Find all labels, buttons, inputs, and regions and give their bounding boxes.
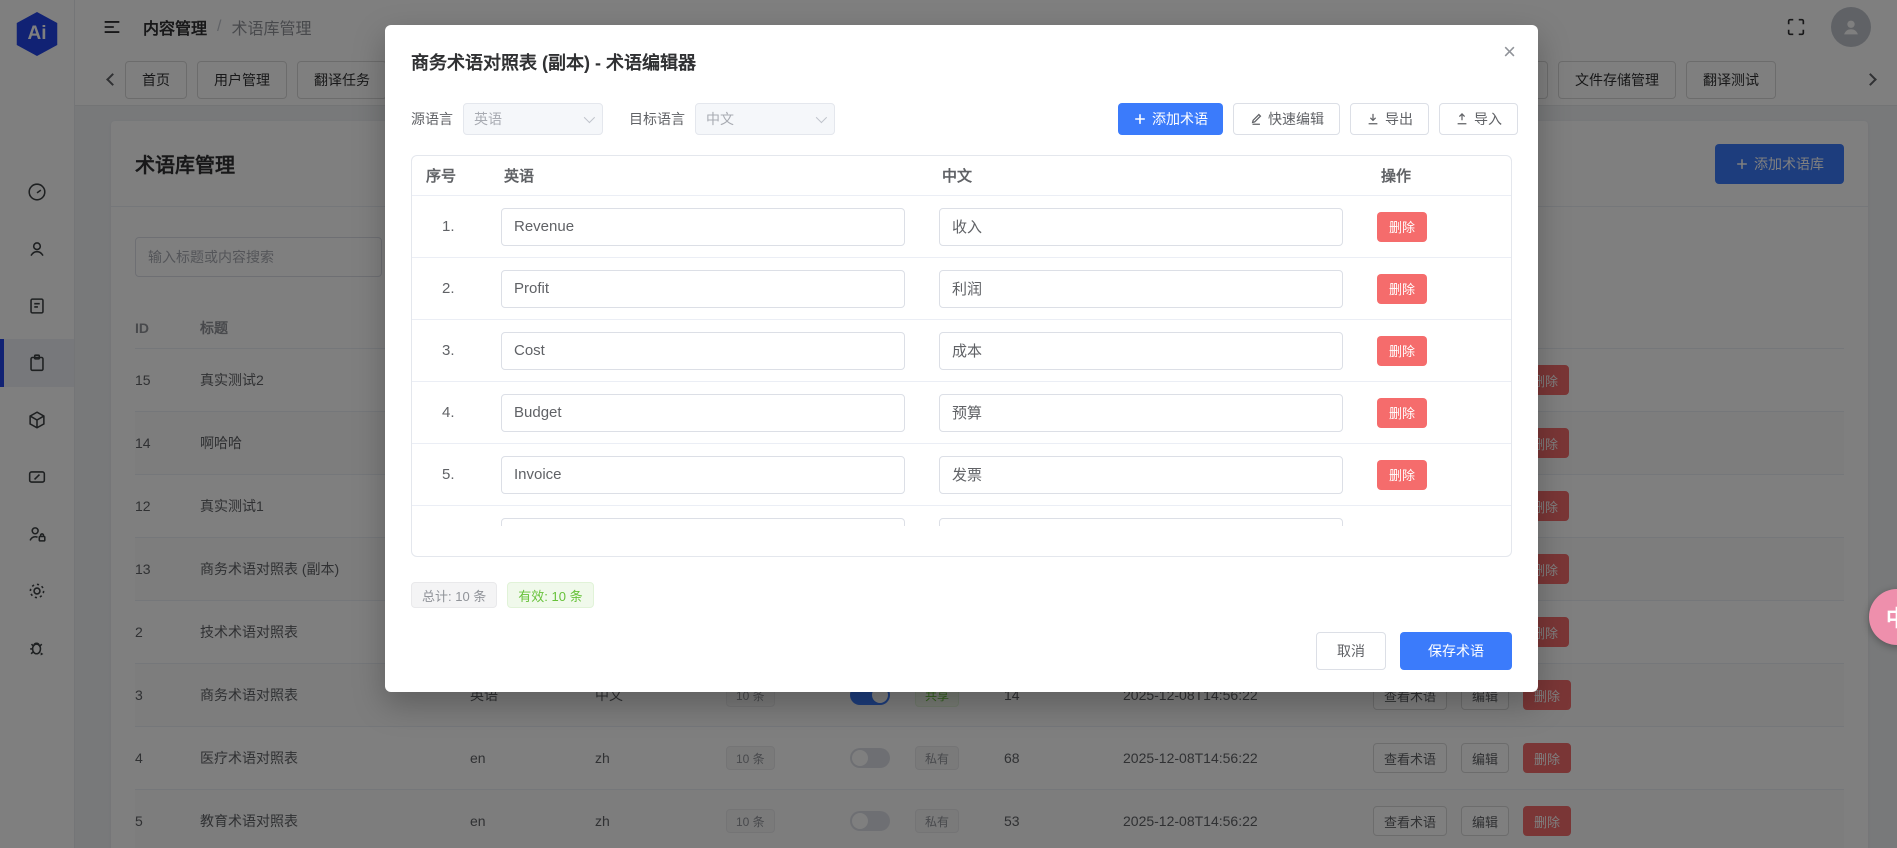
- term-editor-modal: 商务术语对照表 (副本) - 术语编辑器 × 源语言 英语 目标语言 中文 添加…: [385, 25, 1538, 692]
- term-en-input[interactable]: [501, 394, 905, 432]
- delete-term-button[interactable]: 删除: [1377, 336, 1427, 366]
- term-table-header: 序号 英语 中文 操作: [412, 156, 1511, 196]
- term-zh-input[interactable]: [939, 270, 1343, 308]
- term-en-input[interactable]: [501, 456, 905, 494]
- target-language-select[interactable]: 中文: [695, 103, 835, 135]
- export-button[interactable]: 导出: [1350, 103, 1429, 135]
- term-zh-input[interactable]: [939, 332, 1343, 370]
- term-en-input[interactable]: [501, 270, 905, 308]
- delete-term-button[interactable]: 删除: [1377, 212, 1427, 242]
- cancel-button[interactable]: 取消: [1316, 632, 1386, 670]
- valid-count-badge: 有效: 10 条: [507, 582, 593, 608]
- delete-term-button[interactable]: 删除: [1377, 398, 1427, 428]
- chevron-down-icon: [584, 112, 595, 123]
- term-row-partial: [412, 506, 1511, 526]
- term-zh-input[interactable]: [939, 518, 1343, 527]
- source-language-select[interactable]: 英语: [463, 103, 603, 135]
- upload-icon: [1455, 112, 1469, 126]
- download-icon: [1366, 112, 1380, 126]
- target-language-label: 目标语言: [629, 109, 685, 129]
- term-row: 5. 删除: [412, 444, 1511, 506]
- term-stats: 总计: 10 条 有效: 10 条: [411, 582, 594, 608]
- delete-term-button[interactable]: 删除: [1377, 460, 1427, 490]
- term-table: 序号 英语 中文 操作 1. 删除 2. 删除: [411, 155, 1512, 557]
- save-terms-button[interactable]: 保存术语: [1400, 632, 1512, 670]
- term-row: 1. 删除: [412, 196, 1511, 258]
- add-term-button[interactable]: 添加术语: [1118, 103, 1223, 135]
- import-button[interactable]: 导入: [1439, 103, 1518, 135]
- total-count-badge: 总计: 10 条: [411, 582, 497, 608]
- term-en-input[interactable]: [501, 208, 905, 246]
- modal-title: 商务术语对照表 (副本) - 术语编辑器: [411, 49, 696, 75]
- delete-term-button[interactable]: 删除: [1377, 274, 1427, 304]
- source-language-label: 源语言: [411, 109, 453, 129]
- term-en-input[interactable]: [501, 518, 905, 527]
- quick-edit-button[interactable]: 快速编辑: [1233, 103, 1340, 135]
- close-icon[interactable]: ×: [1497, 35, 1522, 69]
- term-row: 4. 删除: [412, 382, 1511, 444]
- term-row: 2. 删除: [412, 258, 1511, 320]
- modal-footer: 取消 保存术语: [1316, 632, 1512, 670]
- term-zh-input[interactable]: [939, 456, 1343, 494]
- term-zh-input[interactable]: [939, 208, 1343, 246]
- chevron-down-icon: [816, 112, 827, 123]
- term-zh-input[interactable]: [939, 394, 1343, 432]
- plus-icon: [1133, 112, 1147, 126]
- screen: Ai: [0, 0, 1897, 848]
- term-row: 3. 删除: [412, 320, 1511, 382]
- modal-toolbar: 源语言 英语 目标语言 中文 添加术语 快速编辑 导出: [411, 103, 1518, 135]
- pencil-icon: [1249, 112, 1263, 126]
- term-en-input[interactable]: [501, 332, 905, 370]
